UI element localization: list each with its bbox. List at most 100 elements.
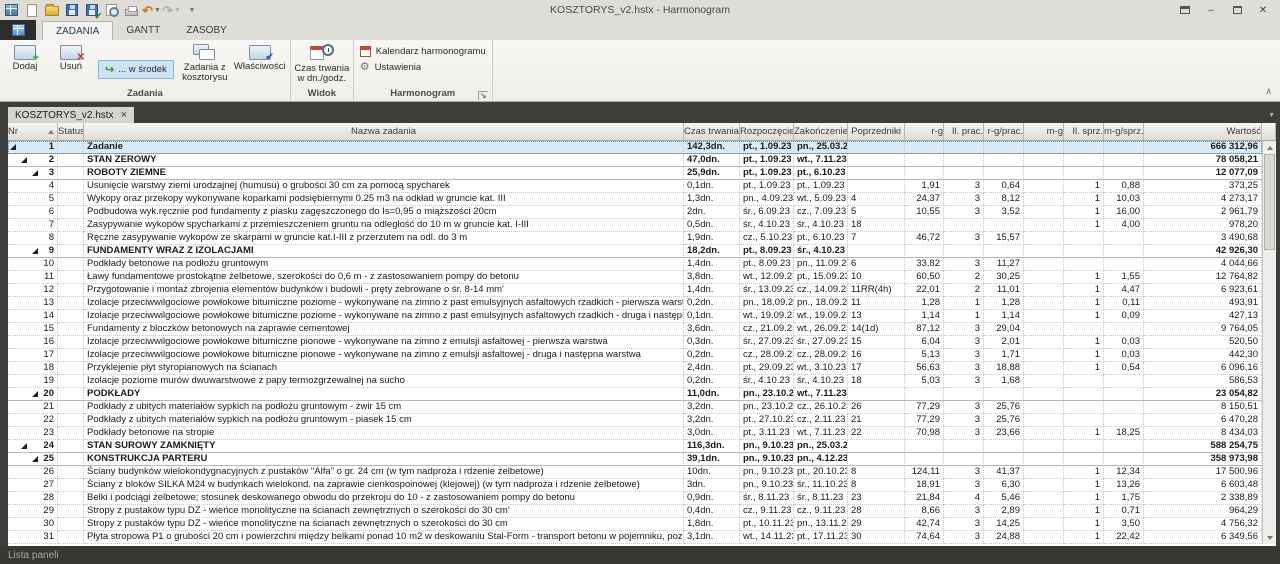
w-srodek-button[interactable]: ↪ ... w środek [98,60,174,79]
cell-poprz [848,245,905,258]
expander-icon[interactable] [32,391,38,397]
task-row-13[interactable]: 13Izolacje przeciwwilgociowe powłokowe b… [8,297,1262,310]
expander-icon[interactable] [10,144,16,150]
column-header-mg[interactable]: m-g [1024,123,1064,141]
cell-ilprac: 3 [944,232,984,245]
application-menu-button[interactable] [0,20,36,40]
task-row-21[interactable]: 21Podkłady z ubitych materiałów sypkich … [8,401,1262,414]
column-header-czas[interactable]: Czas trwania [684,123,740,141]
tab-list-dropdown-icon[interactable]: ▼ [1268,112,1275,119]
tab-zasoby[interactable]: ZASOBY [173,21,240,40]
tab-gantt[interactable]: GANTT [113,21,173,40]
collapse-ribbon-icon[interactable]: ∧ [1265,86,1272,97]
scroll-up-icon[interactable] [1263,141,1276,154]
column-header-ilprac[interactable]: Il. prac. [944,123,984,141]
dialog-launcher-icon[interactable]: ↘ [478,91,488,100]
expander-icon[interactable] [32,456,38,462]
column-header-nr[interactable]: Nr [8,123,58,141]
task-row-9[interactable]: 9FUNDAMENTY WRAZ Z IZOLACJAMI18,2dn.pt.,… [8,245,1262,258]
task-row-19[interactable]: 19Izolacje poziome murów dwuwarstwowe z … [8,375,1262,388]
task-row-2[interactable]: 2STAN ZEROWY47,0dn.pt., 1.09.23wt., 7.11… [8,154,1262,167]
ustawienia-button[interactable]: ⚙ Ustawienia [360,62,486,73]
task-row-22[interactable]: 22Podkłady z ubitych materiałów sypkich … [8,414,1262,427]
task-row-29[interactable]: 29Stropy z pustaków typu DZ - wieńce mon… [8,505,1262,518]
cell-poprz [848,141,905,154]
expander-icon[interactable] [32,248,38,254]
task-row-16[interactable]: 16Izolacje przeciwwilgociowe powłokowe b… [8,336,1262,349]
task-row-30[interactable]: 30Stropy z pustaków typu DZ - wieńce mon… [8,518,1262,531]
column-header-rg[interactable]: r-g [905,123,944,141]
task-row-28[interactable]: 28Belki i podciągi żelbetowe; stosunek d… [8,492,1262,505]
cell-poprz: 22 [848,427,905,440]
expander-icon[interactable] [21,443,27,449]
redo-icon[interactable]: ↷▼ [163,2,180,18]
task-row-18[interactable]: 18Przyklejenie płyt styropianowych na śc… [8,362,1262,375]
dodaj-button[interactable]: + Dodaj [2,41,48,72]
cell-czas: 2dn. [684,206,740,219]
column-header-poprz[interactable]: Poprzedniki [848,123,905,141]
task-row-14[interactable]: 14Izolacje przeciwwilgociowe powłokowe b… [8,310,1262,323]
task-row-20[interactable]: 20PODKŁADY11,0dn.pn., 23.10.23wt., 7.11.… [8,388,1262,401]
document-tab[interactable]: KOSZTORYS_v2.hstx × [8,107,134,123]
task-row-25[interactable]: 25KONSTRUKCJA PARTERU39,1dn.pn., 9.10.23… [8,453,1262,466]
pin-window-icon[interactable] [1174,3,1196,18]
czas-trwania-button[interactable]: Czas trwania w dn./godz. [293,41,351,84]
task-row-12[interactable]: 12Przygotowanie i montaż zbrojenia eleme… [8,284,1262,297]
task-row-26[interactable]: 26Ściany budynków wielokondygnacyjnych z… [8,466,1262,479]
task-row-23[interactable]: 23Podkłady betonowe na stropie3,0dn.pt.,… [8,427,1262,440]
task-row-27[interactable]: 27Ściany z bloków SILKA M24 w budynkach … [8,479,1262,492]
zadania-z-kosztorysu-button[interactable]: Zadania z kosztorysu [178,41,232,83]
column-header-mgsprz[interactable]: m-g/sprz. [1104,123,1144,141]
close-icon[interactable]: ✕ [1252,3,1274,18]
task-row-1[interactable]: 1Zadanie142,3dn.pt., 1.09.23pn., 25.03.2… [8,141,1262,154]
task-row-3[interactable]: 3ROBOTY ZIEMNE25,9dn.pt., 1.09.23pt., 6.… [8,167,1262,180]
open-file-icon[interactable] [43,2,60,18]
cell-rg [905,245,944,258]
save-icon[interactable] [63,2,80,18]
wlasciwosci-button[interactable]: ✔ Właściwości [232,41,288,72]
app-logo-icon[interactable] [3,2,20,18]
task-row-10[interactable]: 10Podkłady betonowe na podłożu gruntowym… [8,258,1262,271]
task-row-15[interactable]: 15Fundamenty z bloczków betonowych na za… [8,323,1262,336]
close-tab-icon[interactable]: × [121,110,127,120]
task-row-31[interactable]: 31Płyta stropowa P1 o grubości 20 cm i p… [8,531,1262,544]
new-document-icon[interactable] [23,2,40,18]
task-row-17[interactable]: 17Izolacje przeciwwilgociowe powłokowe b… [8,349,1262,362]
print-icon[interactable] [123,2,140,18]
print-preview-icon[interactable] [103,2,120,18]
task-row-11[interactable]: 11Ławy fundamentowe prostokątne żelbetow… [8,271,1262,284]
kalendarz-harmonogramu-button[interactable]: Kalendarz harmonogramu [360,46,486,57]
column-header-rgprac[interactable]: r-g/prac. [984,123,1024,141]
task-row-5[interactable]: 5Wykopy oraz przekopy wykonywane koparka… [8,193,1262,206]
maximize-icon[interactable] [1226,3,1248,18]
expander-icon[interactable] [21,157,27,163]
column-header-wartosc[interactable]: Wartość [1144,123,1262,141]
minimize-icon[interactable]: – [1200,3,1222,18]
task-row-24[interactable]: 24STAN SUROWY ZAMKNIĘTY116,3dn.pn., 9.10… [8,440,1262,453]
cell-ilsprz: 1 [1064,180,1104,193]
column-header-zak[interactable]: Zakończenie [794,123,848,141]
cell-wartosc: 8 150,51 [1144,401,1262,414]
scrollbar-thumb[interactable] [1264,154,1275,250]
column-header-status[interactable]: Status [58,123,84,141]
scroll-down-icon[interactable] [1263,531,1276,544]
vertical-scrollbar[interactable] [1262,141,1276,544]
task-row-8[interactable]: 8Ręczne zasypywanie wykopów ze skarpami … [8,232,1262,245]
undo-icon[interactable]: ↶▼ [143,2,160,18]
scrollbar-track[interactable] [1263,154,1276,531]
cell-zak: cz., 2.11.23 [794,414,848,427]
save-all-icon[interactable]: ✔ [83,2,100,18]
column-header-rozp[interactable]: Rozpoczęcie [740,123,794,141]
expander-icon[interactable] [32,170,38,176]
task-row-4[interactable]: 4Usunięcie warstwy ziemi urodzajnej (hum… [8,180,1262,193]
cell-status [58,310,84,323]
cell-nr: 25 [8,453,58,466]
cell-mg [1024,193,1064,206]
qat-customize-icon[interactable]: ▼ [183,2,200,18]
tab-zadania[interactable]: ZADANIA [42,21,113,40]
usun-button[interactable]: ✕ Usuń [48,41,94,72]
column-header-name[interactable]: Nazwa zadania [84,123,684,141]
column-header-ilsprz[interactable]: Il. sprz. [1064,123,1104,141]
task-row-7[interactable]: 7Zasypywanie wykopów spycharkami z przem… [8,219,1262,232]
task-row-6[interactable]: 6Podbudowa wyk.ręcznie pod fundamenty z … [8,206,1262,219]
